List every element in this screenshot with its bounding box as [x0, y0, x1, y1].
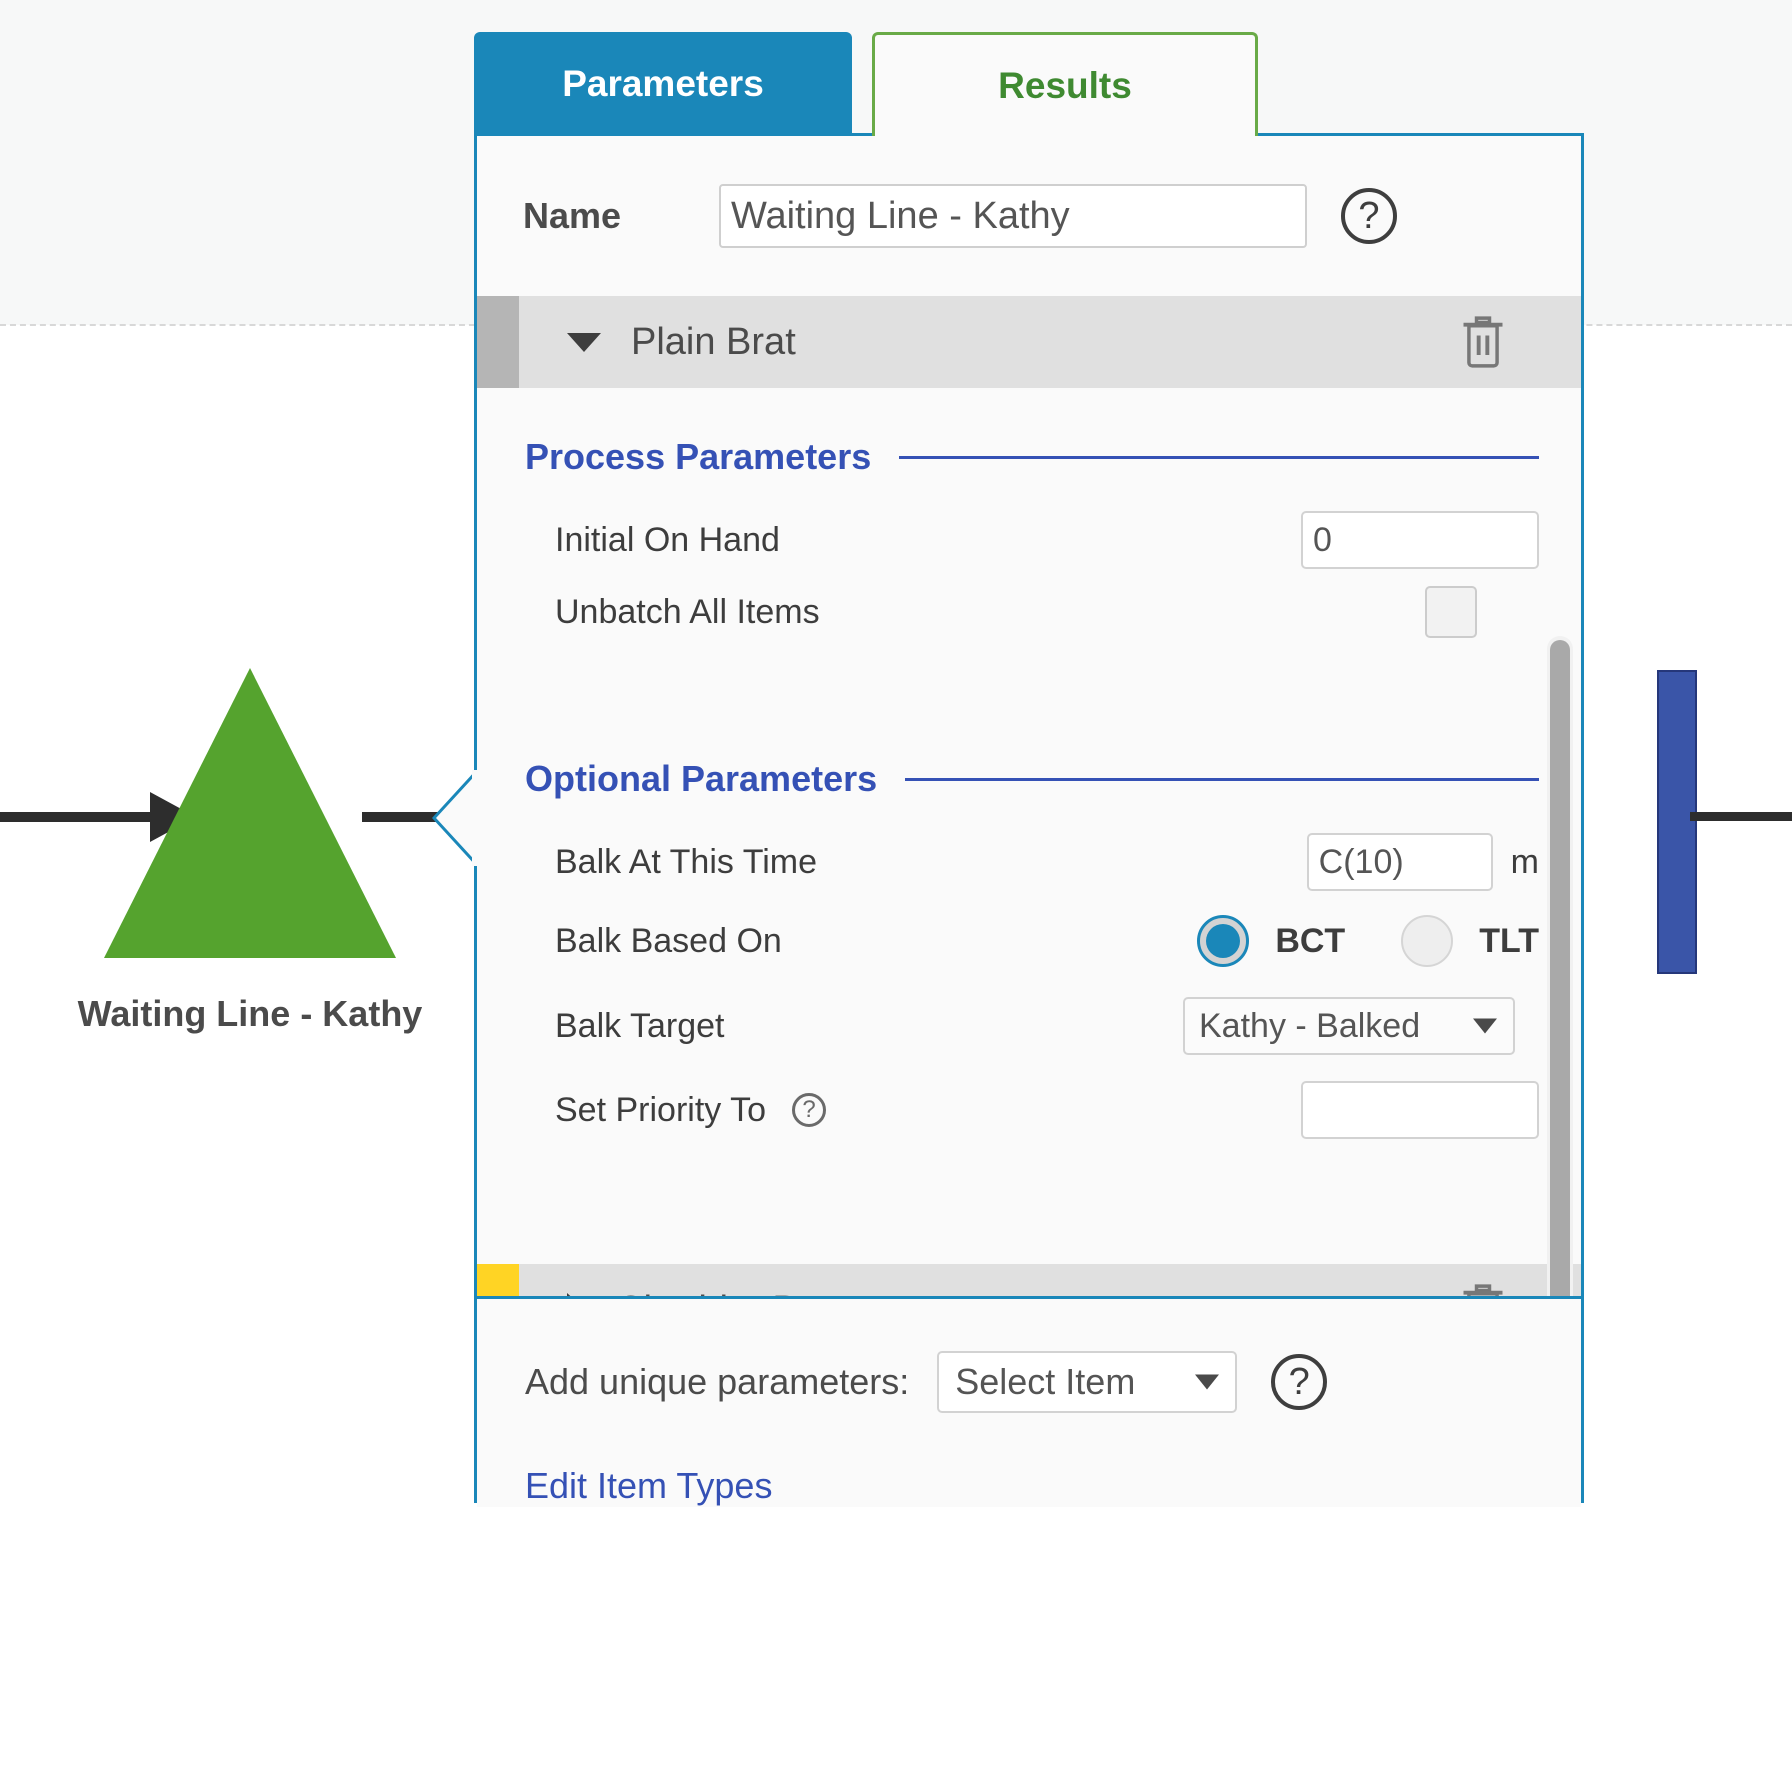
balk-at-this-time-input[interactable] [1306, 833, 1493, 891]
item-header-cheddar-brat[interactable]: Cheddar Brat [477, 1264, 1581, 1296]
add-unique-parameters-value: Select Item [955, 1361, 1136, 1402]
field-set-priority-to: Set Priority To ? [477, 1068, 1581, 1152]
trash-icon[interactable] [1457, 313, 1509, 371]
item-color-swatch [477, 1264, 519, 1296]
tab-results[interactable]: Results [872, 32, 1258, 136]
field-label: Set Priority To [555, 1090, 767, 1129]
balk-time-unit-label: m [1510, 842, 1539, 881]
section-optional-parameters: Optional Parameters [477, 758, 1581, 800]
trash-icon[interactable] [1457, 1281, 1509, 1296]
add-unique-parameters-label: Add unique parameters: [525, 1361, 910, 1402]
field-control [1301, 511, 1539, 569]
panel-footer: Add unique parameters: Select Item ? Edi… [477, 1296, 1581, 1507]
item-list-scrollbar-thumb[interactable] [1550, 640, 1570, 1296]
name-row: Name ? [477, 136, 1581, 296]
panel-tabs: Parameters Results [474, 32, 1258, 136]
field-label: Initial On Hand [555, 520, 780, 559]
balk-target-select[interactable]: Kathy - Balked [1183, 997, 1515, 1055]
tab-parameters-label: Parameters [562, 63, 764, 104]
field-balk-at-this-time: Balk At This Time m [477, 826, 1581, 898]
radio-tlt-label: TLT [1479, 921, 1539, 960]
field-balk-target: Balk Target Kathy - Balked [477, 984, 1581, 1068]
field-label: Unbatch All Items [555, 592, 820, 631]
caret-down-icon [1195, 1374, 1220, 1390]
app-canvas: Waiting Line - Kathy Parameters Results … [0, 0, 1792, 1772]
field-unbatch-all-items: Unbatch All Items [477, 576, 1581, 648]
field-balk-based-on: Balk Based On BCT TLT [477, 898, 1581, 984]
field-control [1425, 586, 1539, 638]
unbatch-all-items-checkbox[interactable] [1425, 586, 1477, 638]
section-title: Optional Parameters [525, 758, 878, 799]
item-title: Cheddar Brat [616, 1289, 842, 1297]
initial-on-hand-input[interactable] [1301, 511, 1539, 569]
question-mark-circle-icon[interactable]: ? [1271, 1354, 1328, 1410]
field-control: m [1306, 833, 1539, 891]
caret-right-icon[interactable] [567, 1293, 586, 1296]
field-initial-on-hand: Initial On Hand [477, 504, 1581, 576]
balk-based-on-radio-group: BCT TLT [1197, 915, 1539, 967]
section-process-parameters: Process Parameters [477, 436, 1581, 478]
field-label: Balk Target [555, 1006, 725, 1045]
name-input[interactable] [719, 184, 1307, 248]
tab-results-label: Results [998, 64, 1132, 106]
parameters-panel: Name ? Plain Brat [474, 133, 1584, 1507]
item-list-scrollbar[interactable] [1547, 636, 1573, 1296]
item-header-plain-brat[interactable]: Plain Brat [477, 296, 1581, 388]
item-body-plain-brat: Process Parameters Initial On Hand Unbat… [477, 436, 1581, 1152]
field-label: Balk At This Time [555, 842, 818, 881]
add-unique-parameters-row: Add unique parameters: Select Item ? [477, 1351, 1581, 1413]
field-label: Balk Based On [555, 921, 782, 960]
caret-down-icon [1473, 1018, 1497, 1034]
field-control: Kathy - Balked [1183, 997, 1515, 1055]
name-label: Name [523, 195, 622, 236]
add-unique-parameters-select[interactable]: Select Item [937, 1351, 1238, 1413]
edit-item-types-link[interactable]: Edit Item Types [477, 1465, 1581, 1507]
balk-target-value: Kathy - Balked [1199, 1006, 1421, 1045]
set-priority-to-input[interactable] [1301, 1081, 1539, 1139]
section-rule [899, 455, 1539, 459]
item-color-swatch [477, 296, 519, 388]
section-rule [905, 777, 1539, 781]
radio-bct-label: BCT [1275, 921, 1346, 960]
resource-block-shape[interactable] [1657, 670, 1697, 974]
question-mark-circle-small-icon[interactable]: ? [792, 1093, 827, 1127]
item-title: Plain Brat [631, 320, 796, 363]
field-control [1301, 1081, 1539, 1139]
panel-callout-notch [432, 770, 478, 866]
tab-parameters[interactable]: Parameters [474, 32, 852, 136]
radio-tlt[interactable] [1401, 915, 1454, 967]
section-title: Process Parameters [525, 436, 872, 477]
caret-down-icon[interactable] [567, 332, 601, 352]
item-list: Plain Brat Process Parameters Initial On… [477, 296, 1581, 1296]
question-mark-circle-icon[interactable]: ? [1341, 188, 1397, 244]
queue-label: Waiting Line - Kathy [77, 993, 423, 1034]
triangle-queue-shape[interactable] [104, 668, 396, 958]
flow-outbound-line [1690, 812, 1792, 821]
radio-bct[interactable] [1197, 915, 1250, 967]
